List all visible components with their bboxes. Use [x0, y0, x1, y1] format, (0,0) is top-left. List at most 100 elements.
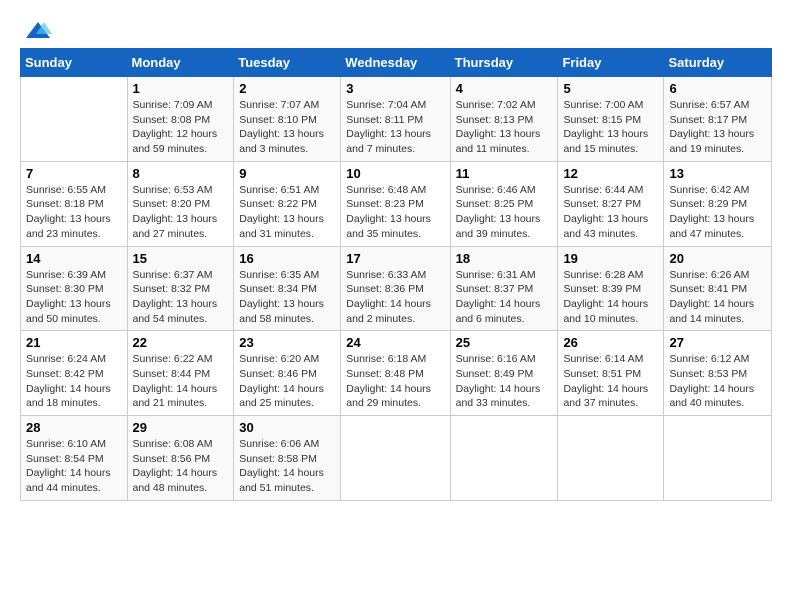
calendar-cell: 1 Sunrise: 7:09 AMSunset: 8:08 PMDayligh…: [127, 77, 234, 162]
day-header-sunday: Sunday: [21, 49, 128, 77]
calendar-cell: 12 Sunrise: 6:44 AMSunset: 8:27 PMDaylig…: [558, 161, 664, 246]
calendar-cell: 26 Sunrise: 6:14 AMSunset: 8:51 PMDaylig…: [558, 331, 664, 416]
calendar-cell: 23 Sunrise: 6:20 AMSunset: 8:46 PMDaylig…: [234, 331, 341, 416]
day-number: 10: [346, 166, 444, 181]
day-header-friday: Friday: [558, 49, 664, 77]
calendar-cell: 24 Sunrise: 6:18 AMSunset: 8:48 PMDaylig…: [341, 331, 450, 416]
day-sunrise: Sunrise: 6:42 AMSunset: 8:29 PMDaylight:…: [669, 184, 754, 240]
day-number: 12: [563, 166, 658, 181]
day-number: 13: [669, 166, 766, 181]
day-sunrise: Sunrise: 6:44 AMSunset: 8:27 PMDaylight:…: [563, 184, 648, 240]
day-sunrise: Sunrise: 6:55 AMSunset: 8:18 PMDaylight:…: [26, 184, 111, 240]
day-number: 21: [26, 335, 122, 350]
calendar-cell: 5 Sunrise: 7:00 AMSunset: 8:15 PMDayligh…: [558, 77, 664, 162]
day-sunrise: Sunrise: 6:20 AMSunset: 8:46 PMDaylight:…: [239, 353, 324, 409]
day-header-wednesday: Wednesday: [341, 49, 450, 77]
calendar-cell: 22 Sunrise: 6:22 AMSunset: 8:44 PMDaylig…: [127, 331, 234, 416]
day-sunrise: Sunrise: 6:14 AMSunset: 8:51 PMDaylight:…: [563, 353, 648, 409]
day-header-monday: Monday: [127, 49, 234, 77]
calendar-cell: [341, 416, 450, 501]
calendar-week-2: 7 Sunrise: 6:55 AMSunset: 8:18 PMDayligh…: [21, 161, 772, 246]
day-sunrise: Sunrise: 6:51 AMSunset: 8:22 PMDaylight:…: [239, 184, 324, 240]
day-sunrise: Sunrise: 6:28 AMSunset: 8:39 PMDaylight:…: [563, 269, 648, 325]
day-number: 27: [669, 335, 766, 350]
calendar-cell: 4 Sunrise: 7:02 AMSunset: 8:13 PMDayligh…: [450, 77, 558, 162]
day-number: 23: [239, 335, 335, 350]
day-number: 7: [26, 166, 122, 181]
calendar-cell: 30 Sunrise: 6:06 AMSunset: 8:58 PMDaylig…: [234, 416, 341, 501]
calendar-cell: 10 Sunrise: 6:48 AMSunset: 8:23 PMDaylig…: [341, 161, 450, 246]
calendar-cell: 14 Sunrise: 6:39 AMSunset: 8:30 PMDaylig…: [21, 246, 128, 331]
calendar-cell: 9 Sunrise: 6:51 AMSunset: 8:22 PMDayligh…: [234, 161, 341, 246]
day-number: 20: [669, 251, 766, 266]
day-number: 2: [239, 81, 335, 96]
day-number: 29: [133, 420, 229, 435]
calendar-cell: 19 Sunrise: 6:28 AMSunset: 8:39 PMDaylig…: [558, 246, 664, 331]
logo-icon: [24, 20, 52, 42]
day-sunrise: Sunrise: 6:06 AMSunset: 8:58 PMDaylight:…: [239, 438, 324, 494]
day-sunrise: Sunrise: 6:37 AMSunset: 8:32 PMDaylight:…: [133, 269, 218, 325]
calendar-cell: 2 Sunrise: 7:07 AMSunset: 8:10 PMDayligh…: [234, 77, 341, 162]
day-sunrise: Sunrise: 6:18 AMSunset: 8:48 PMDaylight:…: [346, 353, 431, 409]
calendar-week-4: 21 Sunrise: 6:24 AMSunset: 8:42 PMDaylig…: [21, 331, 772, 416]
calendar-cell: 29 Sunrise: 6:08 AMSunset: 8:56 PMDaylig…: [127, 416, 234, 501]
day-sunrise: Sunrise: 6:39 AMSunset: 8:30 PMDaylight:…: [26, 269, 111, 325]
calendar-cell: 18 Sunrise: 6:31 AMSunset: 8:37 PMDaylig…: [450, 246, 558, 331]
day-sunrise: Sunrise: 6:48 AMSunset: 8:23 PMDaylight:…: [346, 184, 431, 240]
day-sunrise: Sunrise: 6:10 AMSunset: 8:54 PMDaylight:…: [26, 438, 111, 494]
header: [20, 20, 772, 38]
calendar-week-1: 1 Sunrise: 7:09 AMSunset: 8:08 PMDayligh…: [21, 77, 772, 162]
day-number: 25: [456, 335, 553, 350]
day-number: 5: [563, 81, 658, 96]
day-number: 19: [563, 251, 658, 266]
day-sunrise: Sunrise: 6:24 AMSunset: 8:42 PMDaylight:…: [26, 353, 111, 409]
day-number: 22: [133, 335, 229, 350]
day-number: 14: [26, 251, 122, 266]
day-number: 9: [239, 166, 335, 181]
day-sunrise: Sunrise: 6:46 AMSunset: 8:25 PMDaylight:…: [456, 184, 541, 240]
day-sunrise: Sunrise: 7:02 AMSunset: 8:13 PMDaylight:…: [456, 99, 541, 155]
day-sunrise: Sunrise: 6:08 AMSunset: 8:56 PMDaylight:…: [133, 438, 218, 494]
day-number: 8: [133, 166, 229, 181]
day-number: 18: [456, 251, 553, 266]
calendar-cell: 11 Sunrise: 6:46 AMSunset: 8:25 PMDaylig…: [450, 161, 558, 246]
day-sunrise: Sunrise: 6:26 AMSunset: 8:41 PMDaylight:…: [669, 269, 754, 325]
day-sunrise: Sunrise: 6:12 AMSunset: 8:53 PMDaylight:…: [669, 353, 754, 409]
day-number: 30: [239, 420, 335, 435]
day-sunrise: Sunrise: 7:04 AMSunset: 8:11 PMDaylight:…: [346, 99, 431, 155]
day-sunrise: Sunrise: 7:00 AMSunset: 8:15 PMDaylight:…: [563, 99, 648, 155]
calendar-cell: 3 Sunrise: 7:04 AMSunset: 8:11 PMDayligh…: [341, 77, 450, 162]
calendar-cell: 16 Sunrise: 6:35 AMSunset: 8:34 PMDaylig…: [234, 246, 341, 331]
calendar-cell: [21, 77, 128, 162]
calendar-week-3: 14 Sunrise: 6:39 AMSunset: 8:30 PMDaylig…: [21, 246, 772, 331]
logo: [20, 20, 52, 38]
day-sunrise: Sunrise: 6:31 AMSunset: 8:37 PMDaylight:…: [456, 269, 541, 325]
day-number: 17: [346, 251, 444, 266]
day-sunrise: Sunrise: 6:16 AMSunset: 8:49 PMDaylight:…: [456, 353, 541, 409]
calendar-cell: 8 Sunrise: 6:53 AMSunset: 8:20 PMDayligh…: [127, 161, 234, 246]
calendar-cell: 17 Sunrise: 6:33 AMSunset: 8:36 PMDaylig…: [341, 246, 450, 331]
calendar-cell: 21 Sunrise: 6:24 AMSunset: 8:42 PMDaylig…: [21, 331, 128, 416]
day-header-thursday: Thursday: [450, 49, 558, 77]
day-number: 16: [239, 251, 335, 266]
day-number: 24: [346, 335, 444, 350]
day-number: 28: [26, 420, 122, 435]
day-number: 1: [133, 81, 229, 96]
calendar-cell: 20 Sunrise: 6:26 AMSunset: 8:41 PMDaylig…: [664, 246, 772, 331]
calendar-cell: [558, 416, 664, 501]
calendar-cell: 27 Sunrise: 6:12 AMSunset: 8:53 PMDaylig…: [664, 331, 772, 416]
day-sunrise: Sunrise: 6:22 AMSunset: 8:44 PMDaylight:…: [133, 353, 218, 409]
day-number: 11: [456, 166, 553, 181]
day-number: 6: [669, 81, 766, 96]
calendar-cell: 7 Sunrise: 6:55 AMSunset: 8:18 PMDayligh…: [21, 161, 128, 246]
day-sunrise: Sunrise: 6:35 AMSunset: 8:34 PMDaylight:…: [239, 269, 324, 325]
day-sunrise: Sunrise: 6:53 AMSunset: 8:20 PMDaylight:…: [133, 184, 218, 240]
calendar-cell: [664, 416, 772, 501]
calendar-cell: 13 Sunrise: 6:42 AMSunset: 8:29 PMDaylig…: [664, 161, 772, 246]
calendar-cell: 25 Sunrise: 6:16 AMSunset: 8:49 PMDaylig…: [450, 331, 558, 416]
calendar-cell: 28 Sunrise: 6:10 AMSunset: 8:54 PMDaylig…: [21, 416, 128, 501]
day-number: 4: [456, 81, 553, 96]
day-sunrise: Sunrise: 6:33 AMSunset: 8:36 PMDaylight:…: [346, 269, 431, 325]
day-number: 26: [563, 335, 658, 350]
calendar-week-5: 28 Sunrise: 6:10 AMSunset: 8:54 PMDaylig…: [21, 416, 772, 501]
